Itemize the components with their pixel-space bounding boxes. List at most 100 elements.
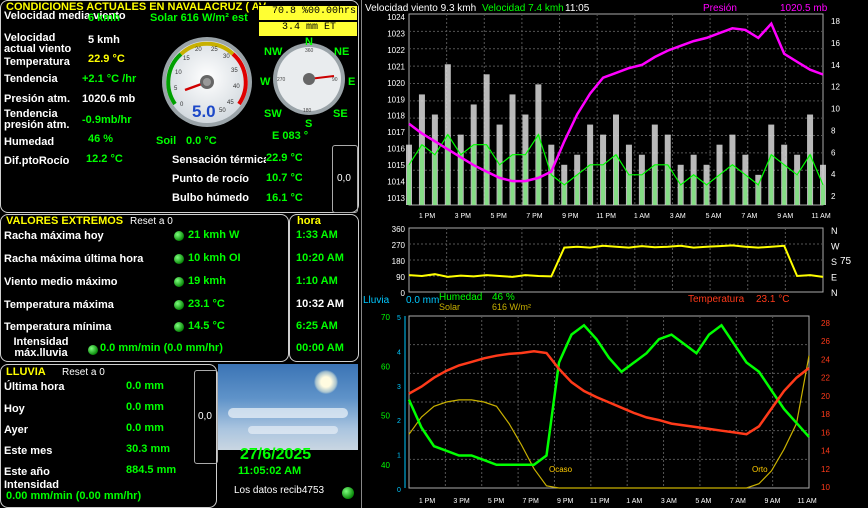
wind-speed-bar bbox=[445, 134, 450, 205]
y-tick-left: 1024 bbox=[387, 13, 405, 22]
reset-indicator-max-temp[interactable] bbox=[174, 300, 184, 310]
value-trend: +2.1 °C /hr bbox=[82, 73, 137, 85]
x-tick: 1 PM bbox=[419, 213, 436, 220]
svg-text:360: 360 bbox=[305, 48, 314, 54]
wind-speed-bar bbox=[575, 174, 580, 205]
wind-speed-bar bbox=[821, 184, 825, 205]
value-min-temp: 14.5 °C bbox=[188, 320, 225, 332]
svg-text:15: 15 bbox=[183, 56, 190, 62]
y-tick-right: 8 bbox=[831, 126, 836, 135]
svg-text:40: 40 bbox=[233, 84, 240, 90]
value-soil: 0.0 °C bbox=[186, 135, 217, 147]
wind-speed-bar bbox=[497, 164, 502, 205]
x-tick: 5 PM bbox=[490, 213, 507, 220]
svg-text:270: 270 bbox=[277, 77, 286, 83]
humidity-line bbox=[407, 323, 810, 467]
y-tick-left: 1019 bbox=[387, 95, 405, 104]
value-wet-bulb: 16.1 °C bbox=[266, 192, 303, 204]
value-rain-month: 30.3 mm bbox=[126, 443, 171, 455]
compass-label: N bbox=[831, 226, 838, 236]
wind-speed-bar bbox=[704, 184, 709, 205]
compass-sw: SW bbox=[264, 108, 282, 120]
x-tick: 9 AM bbox=[777, 213, 793, 220]
reset-indicator-max-avg-wind[interactable] bbox=[174, 277, 184, 287]
y-tick-left: 1021 bbox=[387, 62, 405, 71]
reset-indicator-max-rain[interactable] bbox=[88, 345, 98, 355]
et-badge-text: 3.4 mm ET bbox=[282, 22, 337, 33]
wind-speed-bar bbox=[730, 164, 735, 205]
temp-humidity-chart: 70605040543210282624222018161412101 PM 3 … bbox=[381, 313, 830, 505]
chart1-pressure-value: 1020.5 mb bbox=[780, 3, 828, 14]
y-tick-right: 6 bbox=[831, 148, 836, 157]
y-tick-temp: 26 bbox=[821, 337, 830, 346]
wind-speed-bar bbox=[717, 174, 722, 205]
plot-frame bbox=[408, 227, 824, 293]
x-tick: 5 PM bbox=[488, 498, 505, 505]
value-pressure-trend: -0.9mb/hr bbox=[82, 114, 132, 126]
y-tick-temp: 16 bbox=[821, 428, 830, 437]
chart1-speed-header: Velocidad viento 9.3 kmh bbox=[365, 3, 477, 14]
y-tick-left: 90 bbox=[396, 273, 405, 282]
rain-reset-button[interactable]: Reset a 0 bbox=[62, 367, 105, 378]
y-tick-left: 1023 bbox=[387, 29, 405, 38]
chart1-pressure-header: Presión bbox=[703, 3, 737, 14]
reset-indicator-min-temp[interactable] bbox=[174, 322, 184, 332]
wind-speed-bar bbox=[614, 154, 618, 205]
compass-label: S bbox=[831, 257, 837, 267]
svg-text:35: 35 bbox=[231, 68, 238, 74]
aux-value: 0,0 bbox=[337, 173, 351, 184]
y-tick-left: 1020 bbox=[387, 79, 405, 88]
x-tick: 9 PM bbox=[557, 498, 574, 505]
y-tick-right: 14 bbox=[831, 61, 840, 70]
y-tick-right: 10 bbox=[831, 105, 840, 114]
label-feels-like: Sensación térmica bbox=[172, 154, 266, 166]
svg-text:10: 10 bbox=[175, 70, 182, 76]
value-rain-year: 884.5 mm bbox=[126, 464, 177, 476]
wind-direction-chart: 360270180900NWSEN bbox=[392, 225, 840, 298]
x-tick: 3 PM bbox=[455, 213, 472, 220]
chart1-vel-header: Velocidad 7.4 kmh bbox=[482, 3, 564, 14]
y-tick-rain: 0 bbox=[397, 487, 401, 494]
compass-s: S bbox=[305, 118, 313, 130]
svg-text:50: 50 bbox=[219, 108, 226, 114]
compass-se: SE bbox=[333, 108, 348, 120]
data-received: Los datos recib4753 bbox=[234, 485, 325, 496]
value-avg-wind: 6 kmh bbox=[88, 12, 120, 24]
x-tick: 3 AM bbox=[670, 213, 686, 220]
reset-indicator-max-gust-hour[interactable] bbox=[174, 254, 184, 264]
x-tick: 7 AM bbox=[730, 498, 746, 505]
y-tick-left: 1013 bbox=[387, 194, 405, 203]
wind-direction-line bbox=[408, 244, 824, 278]
y-tick-temp: 10 bbox=[821, 483, 830, 492]
y-tick-temp: 14 bbox=[821, 447, 830, 456]
pressure-wind-chart: 1024102310221021102010191018101710161015… bbox=[387, 13, 840, 220]
time-max-rain-intensity: 00:00 AM bbox=[296, 342, 344, 354]
y-tick-left: 1022 bbox=[387, 46, 405, 55]
value-rain-today: 0.0 mm bbox=[126, 401, 164, 413]
wind-speed-bar bbox=[808, 154, 813, 205]
value-feels-like: 22.9 °C bbox=[266, 152, 302, 164]
label-max-avg-wind: Viento medio máximo bbox=[4, 276, 118, 288]
y-tick-humidity: 40 bbox=[381, 461, 390, 470]
label-rain-today: Hoy bbox=[4, 403, 25, 415]
extremes-title: VALORES EXTREMOS bbox=[6, 215, 124, 227]
x-tick: 11 PM bbox=[590, 498, 610, 505]
y-tick-left: 1014 bbox=[387, 178, 405, 187]
value-current-wind: 5 kmh bbox=[88, 34, 120, 46]
label-pressure-trend: Tendencia presión atm. bbox=[4, 108, 70, 131]
time-max-temp: 10:32 AM bbox=[296, 298, 344, 310]
y-tick-rain: 2 bbox=[397, 418, 401, 425]
value-max-rain-intensity: 0.0 mm/min (0.0 mm/hr) bbox=[100, 342, 223, 354]
rain-title: LLUVIA bbox=[6, 366, 46, 378]
extremes-reset-button[interactable]: Reset a 0 bbox=[130, 216, 173, 227]
y-tick-humidity: 60 bbox=[381, 362, 390, 371]
label-trend: Tendencia bbox=[4, 73, 58, 85]
label-max-gust-hour: Racha máxima última hora bbox=[4, 253, 144, 265]
value-solar: Solar 616 W/m² est bbox=[150, 12, 248, 24]
value-rain-last-hour: 0.0 mm bbox=[126, 380, 164, 392]
y-tick-right: 12 bbox=[831, 83, 840, 92]
reset-indicator-max-gust[interactable] bbox=[174, 231, 184, 241]
direction-value: 75 bbox=[840, 256, 852, 267]
chart3-rain-header: Lluvia bbox=[363, 295, 390, 306]
x-tick: 9 PM bbox=[562, 213, 579, 220]
